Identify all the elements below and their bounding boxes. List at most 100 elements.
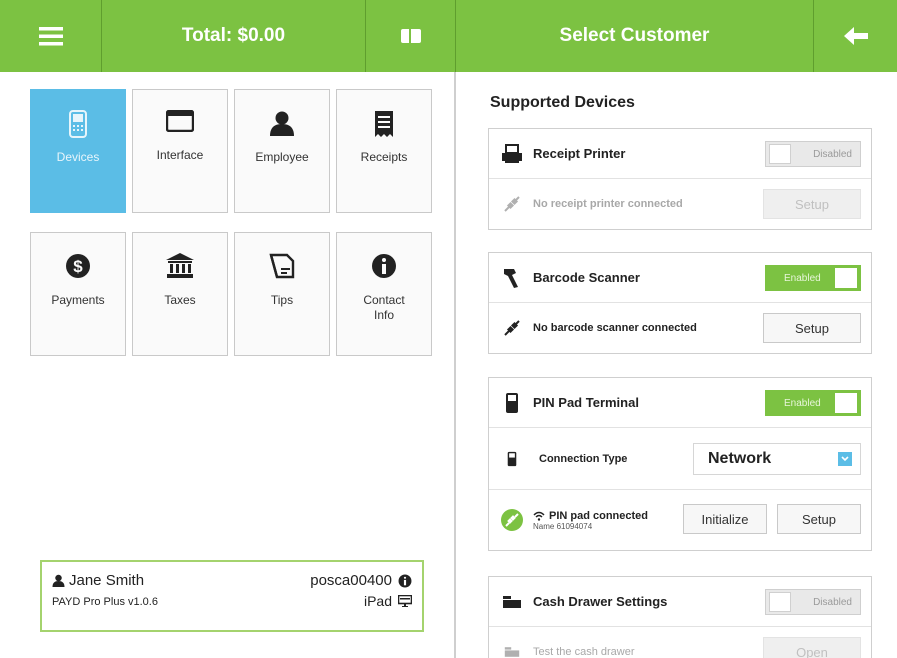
tile-taxes[interactable]: Taxes [132,232,228,356]
open-drawer-button[interactable]: Open [763,637,861,658]
pin-pad-icon [506,392,518,413]
receipt-printer-status-row: No receipt printer connected Setup [489,179,871,229]
plug-disconnected-icon [504,320,520,336]
plug-disconnected-icon [504,196,520,212]
pin-pad-toggle[interactable]: Enabled [765,390,861,416]
barcode-scanner-row: Barcode Scanner Enabled [489,253,871,303]
barcode-scanner-status-row: No barcode scanner connected Setup [489,303,871,353]
tile-label: Taxes [164,293,196,307]
total-label: Total: $0.00 [181,25,286,46]
pin-pad-icon [507,451,517,466]
chevron-down-icon [838,452,852,466]
tile-tips[interactable]: Tips [234,232,330,356]
select-customer-button[interactable]: Select Customer [456,0,814,72]
tile-label: Employee [255,150,309,164]
bank-icon [166,253,194,278]
pin-pad-row: PIN Pad Terminal Enabled [489,378,871,428]
menu-button[interactable] [0,0,102,72]
dollar-icon: $ [66,254,90,278]
top-bar: Total: $0.00 Select Customer [0,0,897,72]
drawer-icon [400,29,421,43]
connection-type-label: Connection Type [539,452,628,465]
svg-text:$: $ [73,257,83,276]
pin-pad-status-row: PIN pad connected Name 61094074 Initiali… [489,490,871,550]
person-icon [270,111,294,136]
info-icon[interactable] [398,574,412,588]
device-status: Test the cash drawer [533,646,635,658]
station-row: posca00400 [310,572,412,589]
button-label: Initialize [701,511,749,527]
window-icon [166,110,194,132]
device-icon [69,110,87,138]
device-title: Barcode Scanner [533,270,640,285]
barcode-scanner-setup-button[interactable]: Setup [763,313,861,343]
receipt-printer-row: Receipt Printer Disabled [489,129,871,179]
connection-type-value: Network [708,450,772,467]
user-name-row: Jane Smith [52,572,144,589]
user-info-card: Jane Smith posca00400 PAYD Pro Plus v1.0… [40,560,424,632]
device-status: No receipt printer connected [533,198,683,210]
button-label: Open [796,644,828,658]
total-display: Total: $0.00 [102,0,366,72]
tile-label: Receipts [360,150,408,164]
cash-drawer-icon [503,595,521,608]
tile-label: Tips [270,293,294,307]
device-status: No barcode scanner connected [533,322,697,334]
user-name: Jane Smith [69,572,145,589]
tile-label: Contact Info [363,293,405,322]
initialize-button[interactable]: Initialize [683,504,767,534]
tip-icon [269,253,295,279]
settings-menu-panel: Devices Interface Employee Receipts $ Pa… [0,72,456,658]
barcode-scanner-card: Barcode Scanner Enabled No barcode scann… [488,252,872,354]
monitor-icon [398,595,412,607]
tile-receipts[interactable]: Receipts [336,89,432,213]
button-label: Setup [795,196,829,212]
arrow-left-icon [843,27,868,45]
tile-payments[interactable]: $ Payments [30,232,126,356]
wifi-icon [533,511,545,521]
person-icon [52,574,65,587]
connection-type-select[interactable]: Network [693,443,861,475]
receipt-printer-setup-button[interactable]: Setup [763,189,861,219]
button-label: Setup [802,511,836,527]
select-customer-label: Select Customer [559,25,710,46]
device-title: Receipt Printer [533,146,626,161]
tile-interface[interactable]: Interface [132,89,228,213]
barcode-scanner-toggle[interactable]: Enabled [765,265,861,291]
toggle-label: Enabled [784,272,821,284]
info-icon [372,254,396,278]
printer-icon [502,143,522,163]
tile-label: Devices [56,150,100,164]
cash-drawer-status-row: Test the cash drawer Open [489,627,871,658]
cash-drawer-card: Cash Drawer Settings Disabled Test the c… [488,576,872,658]
cash-drawer-toggle[interactable]: Disabled [765,589,861,615]
cash-drawer-icon [504,647,520,657]
supported-devices-panel: Supported Devices Receipt Printer Disabl… [458,72,897,658]
connected-icon [501,509,523,531]
cash-drawer-button[interactable] [366,0,456,72]
cash-drawer-row: Cash Drawer Settings Disabled [489,577,871,627]
connection-type-row: Connection Type Network [489,428,871,490]
receipt-printer-toggle[interactable]: Disabled [765,141,861,167]
barcode-scanner-icon [504,268,518,288]
tile-contact-info[interactable]: Contact Info [336,232,432,356]
section-title: Supported Devices [490,94,635,111]
app-version: PAYD Pro Plus v1.0.6 [52,596,158,608]
toggle-label: Disabled [813,596,852,608]
device-title: Cash Drawer Settings [533,594,668,609]
receipt-printer-card: Receipt Printer Disabled No receipt prin… [488,128,872,230]
tile-label: Interface [156,148,204,162]
back-button[interactable] [814,0,897,72]
toggle-label: Enabled [784,397,821,409]
button-label: Setup [795,320,829,336]
device-type: iPad [363,593,392,609]
pin-pad-status: PIN pad connected [549,509,649,522]
device-title: PIN Pad Terminal [533,395,639,410]
pin-pad-card: PIN Pad Terminal Enabled Connection Type… [488,377,872,551]
pin-pad-setup-button[interactable]: Setup [777,504,861,534]
hamburger-icon [38,27,63,46]
tile-devices[interactable]: Devices [30,89,126,213]
pin-pad-device-name: Name 61094074 [533,521,593,531]
tile-employee[interactable]: Employee [234,89,330,213]
station-id: posca00400 [310,572,392,589]
